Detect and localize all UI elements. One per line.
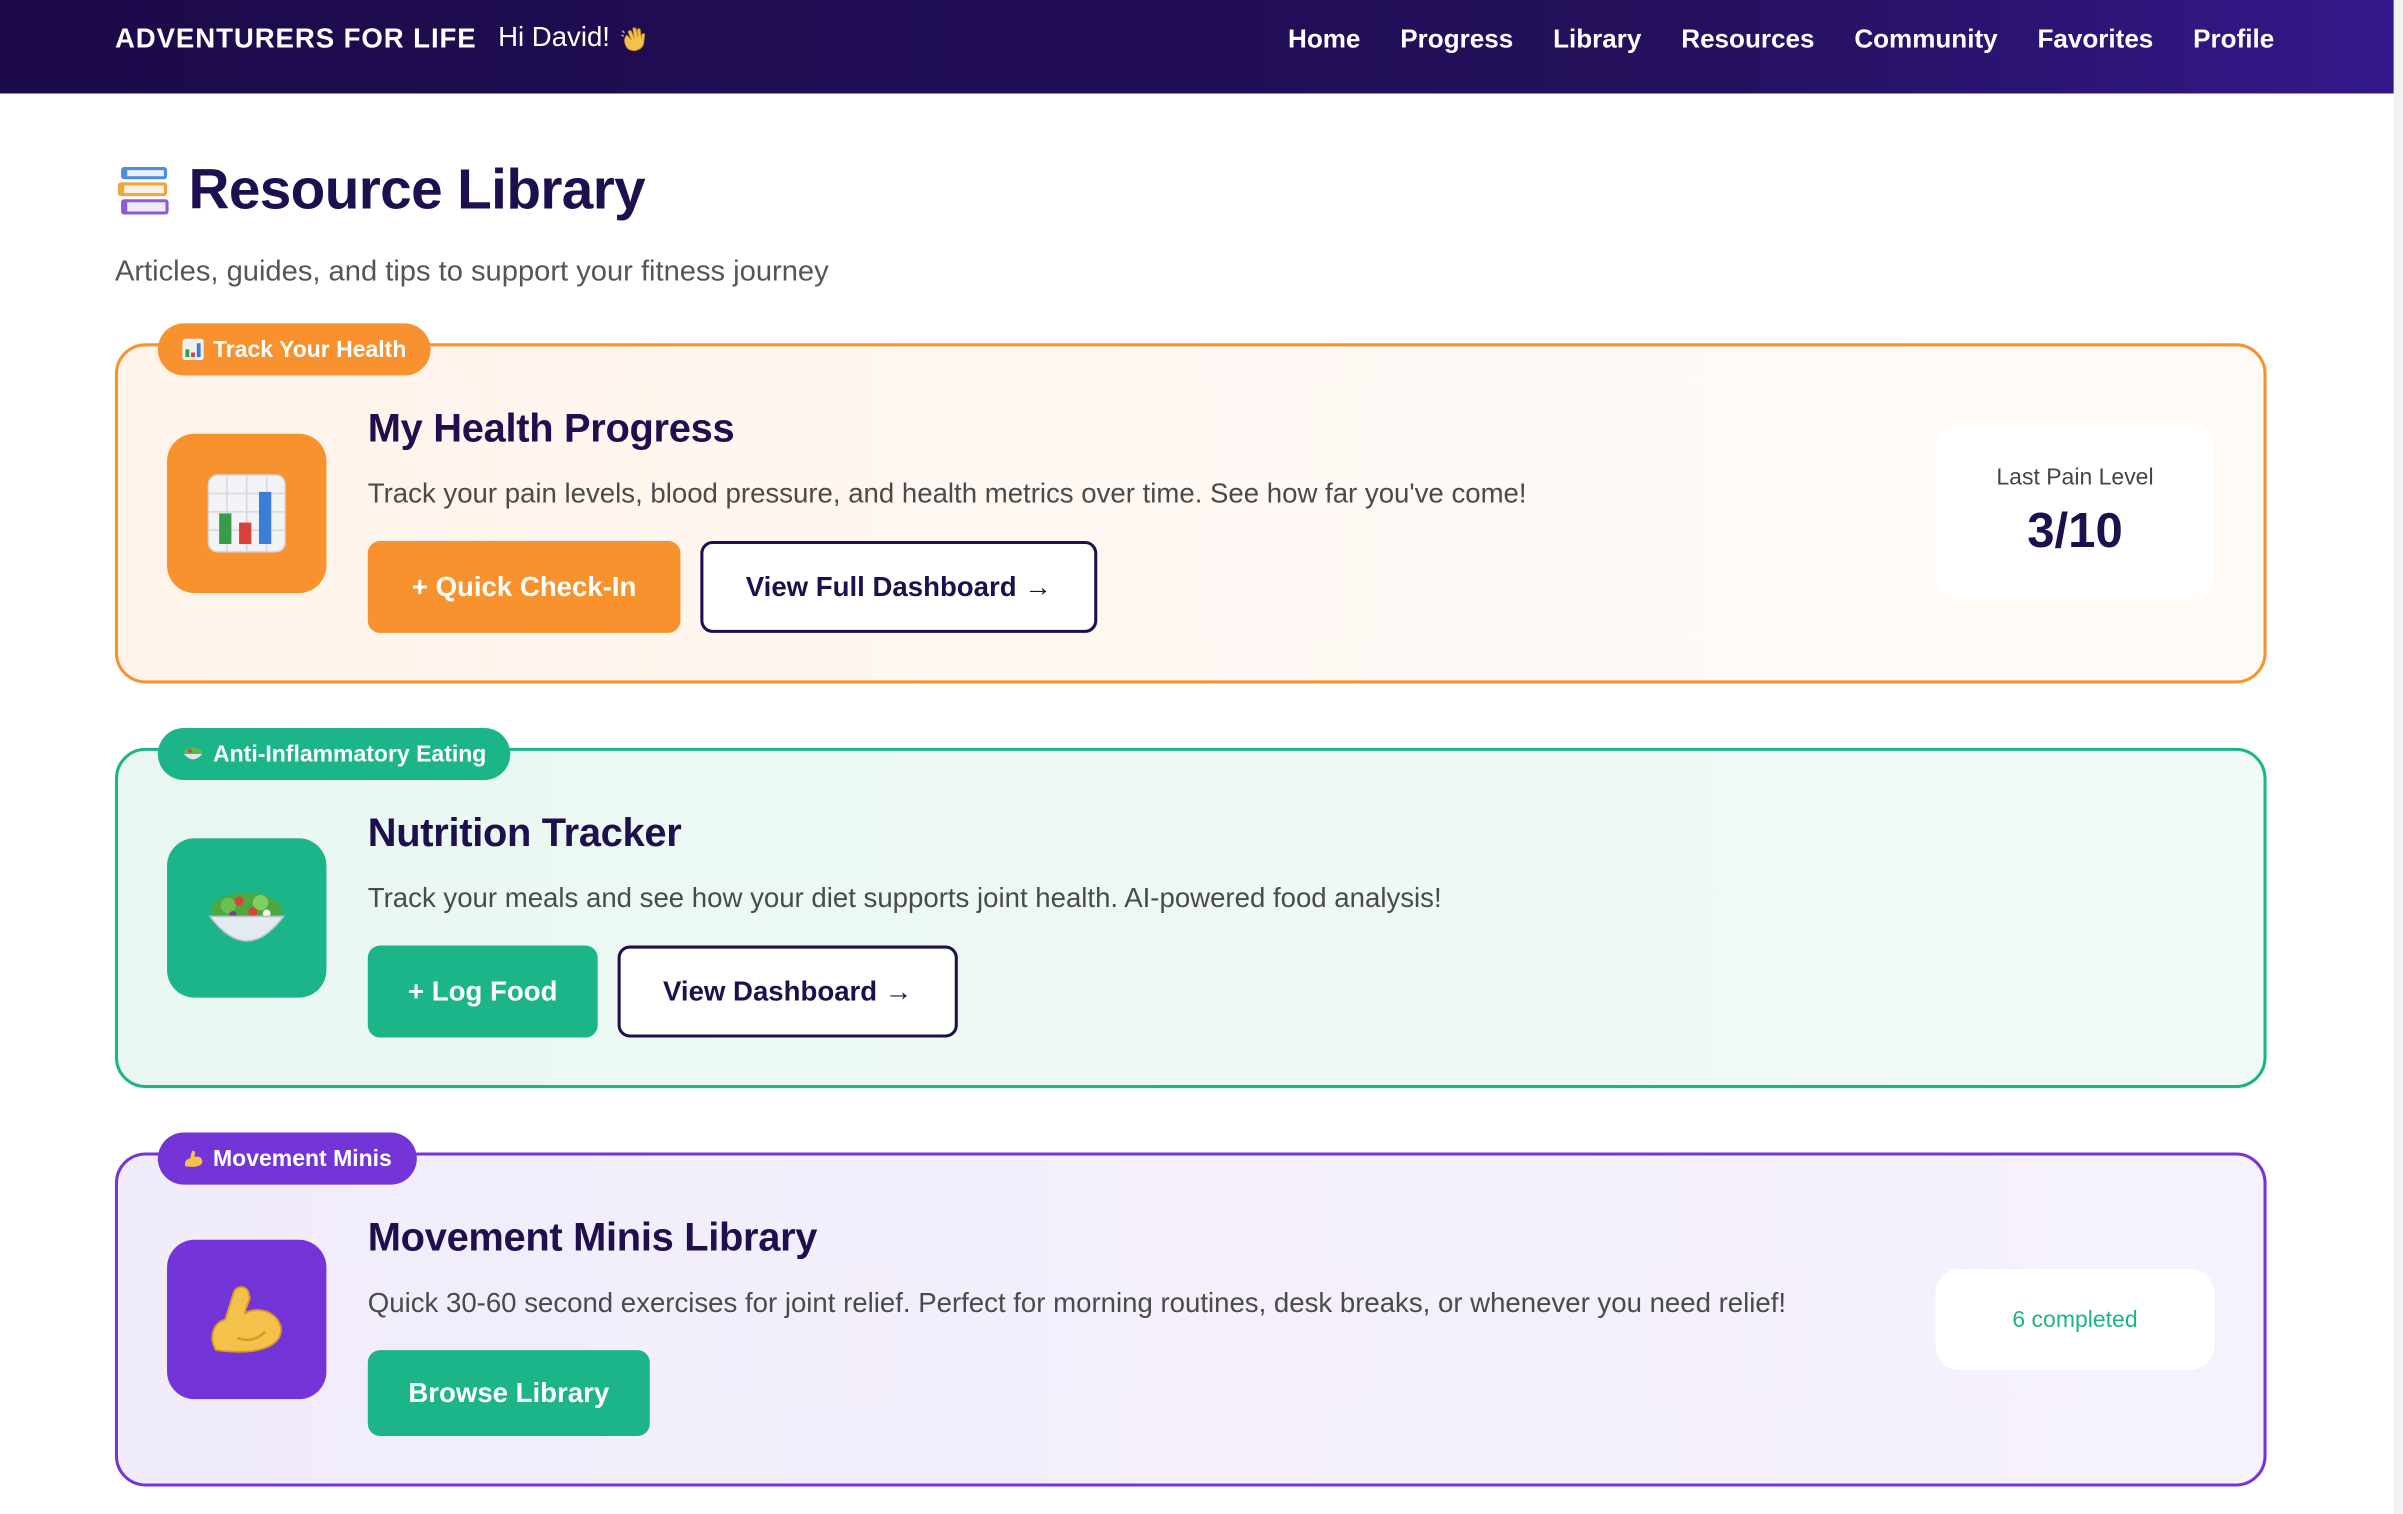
nutrition-card-description: Track your meals and see how your diet s… bbox=[367, 882, 1442, 914]
nutrition-card-icon bbox=[167, 838, 327, 998]
nav-progress[interactable]: Progress bbox=[1400, 25, 1513, 56]
view-dashboard-button[interactable]: View Dashboard → bbox=[617, 945, 958, 1038]
health-card-icon bbox=[167, 433, 327, 594]
bar-chart-icon bbox=[182, 338, 204, 361]
salad-icon bbox=[208, 893, 286, 942]
nav-home[interactable]: Home bbox=[1288, 25, 1360, 56]
main-nav: Home Progress Library Resources Communit… bbox=[1288, 25, 2274, 56]
nav-community[interactable]: Community bbox=[1854, 25, 1997, 56]
stat-label: Last Pain Level bbox=[1996, 464, 2154, 491]
tag-label: Movement Minis bbox=[213, 1145, 392, 1172]
salad-icon bbox=[183, 747, 203, 760]
nav-library[interactable]: Library bbox=[1553, 25, 1641, 56]
stat-value: 3/10 bbox=[2027, 502, 2123, 558]
bar-chart-icon bbox=[207, 474, 286, 553]
nav-profile[interactable]: Profile bbox=[2193, 25, 2274, 56]
tag-label: Track Your Health bbox=[213, 336, 407, 363]
user-greeting: Hi David! bbox=[498, 21, 650, 53]
nav-favorites[interactable]: Favorites bbox=[2037, 25, 2153, 56]
page-subtitle: Articles, guides, and tips to support yo… bbox=[114, 255, 829, 289]
browse-library-button[interactable]: Browse Library bbox=[367, 1350, 650, 1436]
completed-count-box: 6 completed bbox=[1935, 1268, 2215, 1371]
track-health-tag: Track Your Health bbox=[157, 323, 431, 376]
waving-hand-icon bbox=[621, 26, 646, 51]
completed-count: 6 completed bbox=[2012, 1306, 2138, 1333]
view-full-dashboard-button[interactable]: View Full Dashboard → bbox=[700, 540, 1098, 633]
health-card-title: My Health Progress bbox=[367, 404, 735, 451]
movement-card-icon bbox=[167, 1239, 327, 1400]
flexed-biceps-icon bbox=[185, 1150, 203, 1167]
page-header: Resource Library bbox=[115, 157, 646, 222]
flexed-biceps-icon bbox=[211, 1286, 282, 1353]
nutrition-tracker-card: Anti-Inflammatory Eating Nutrition Track… bbox=[114, 727, 2267, 1089]
anti-inflammatory-tag: Anti-Inflammatory Eating bbox=[157, 727, 511, 781]
top-navbar: ADVENTURERS FOR LIFE Hi David! Home Prog… bbox=[0, 0, 2394, 94]
last-pain-level-box: Last Pain Level 3/10 bbox=[1935, 422, 2215, 601]
nutrition-card-title: Nutrition Tracker bbox=[367, 809, 682, 856]
movement-minis-card: Movement Minis Movement Minis Library Qu… bbox=[114, 1132, 2267, 1487]
health-progress-card: Track Your Health My Health Progress Tra… bbox=[114, 323, 2267, 684]
brand-logo[interactable]: ADVENTURERS FOR LIFE bbox=[115, 23, 477, 55]
health-card-description: Track your pain levels, blood pressure, … bbox=[367, 478, 1527, 509]
page-root: ADVENTURERS FOR LIFE Hi David! Home Prog… bbox=[0, 0, 2403, 1514]
quick-check-in-button[interactable]: + Quick Check-In bbox=[367, 540, 681, 633]
tag-label: Anti-Inflammatory Eating bbox=[213, 740, 487, 768]
movement-card-title: Movement Minis Library bbox=[367, 1213, 818, 1260]
page-title: Resource Library bbox=[188, 157, 646, 221]
movement-card-description: Quick 30-60 second exercises for joint r… bbox=[367, 1287, 1787, 1318]
nav-resources[interactable]: Resources bbox=[1681, 25, 1814, 56]
movement-minis-tag: Movement Minis bbox=[157, 1132, 417, 1185]
page-scrollbar[interactable] bbox=[2393, 0, 2403, 1514]
greeting-text: Hi David! bbox=[498, 21, 610, 53]
books-icon bbox=[118, 167, 169, 215]
log-food-button[interactable]: + Log Food bbox=[367, 945, 598, 1038]
